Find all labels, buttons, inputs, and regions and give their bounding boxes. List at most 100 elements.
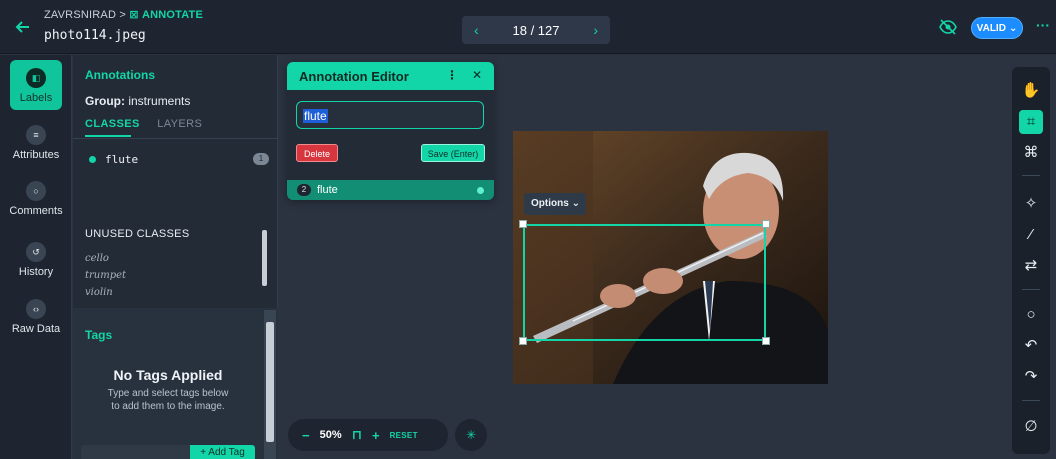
- panel-tabs: CLASSES LAYERS: [85, 118, 216, 130]
- save-button[interactable]: Save (Enter): [421, 144, 485, 162]
- more-options-icon[interactable]: ···: [1036, 17, 1050, 33]
- no-tags-heading: No Tags Applied: [113, 367, 223, 383]
- annotations-panel: Annotations Group: instruments CLASSES L…: [73, 55, 278, 459]
- hand-icon[interactable]: ✋: [1019, 79, 1043, 103]
- image-pager: ‹ 18 / 127 ›: [462, 16, 610, 44]
- unused-classes-list: cello trumpet violin: [85, 250, 126, 301]
- annotation-editor: Annotation Editor ⋮ ✕ flute Delete Save …: [287, 62, 494, 200]
- rail-item-labels[interactable]: ◧ Labels: [0, 60, 72, 110]
- editor-header: Annotation Editor ⋮ ✕: [287, 62, 494, 90]
- tags-scrollbar[interactable]: [264, 310, 276, 459]
- editor-class-row[interactable]: 2 flute: [287, 180, 494, 200]
- bbox-handle[interactable]: [762, 337, 770, 345]
- unused-classes-scrollbar[interactable]: [262, 230, 267, 286]
- group-label: Group: instruments: [85, 94, 190, 108]
- breadcrumb: ZAVRSNIRAD > ⊠ ANNOTATE: [44, 8, 203, 21]
- left-navigation-rail: ◧ Labels ≡ Attributes ○ Comments ↺ Histo…: [0, 55, 72, 459]
- class-item-flute[interactable]: flute 1: [89, 151, 269, 167]
- clear-icon[interactable]: ∅: [1019, 415, 1043, 439]
- editor-title: Annotation Editor: [299, 69, 409, 84]
- no-tags-hint: Type and select tags below to add them t…: [107, 388, 229, 412]
- tab-layers[interactable]: LAYERS: [157, 118, 202, 130]
- tab-classes[interactable]: CLASSES: [85, 118, 140, 130]
- unused-classes-title: UNUSED CLASSES: [85, 228, 190, 240]
- rail-item-raw-data[interactable]: ‹› Raw Data: [0, 299, 72, 335]
- scroll-thumb[interactable]: [266, 322, 274, 442]
- file-name: photo114.jpeg: [44, 28, 146, 43]
- back-arrow-icon[interactable]: [14, 18, 32, 36]
- class-color-dot: [89, 155, 96, 163]
- editor-class-label: flute: [317, 184, 338, 196]
- rail-item-history[interactable]: ↺ History: [0, 242, 72, 278]
- close-icon[interactable]: ✕: [472, 68, 482, 82]
- breadcrumb-current: ANNOTATE: [141, 9, 204, 21]
- tab-underline: [85, 135, 131, 137]
- add-tag-button[interactable]: + Add Tag: [190, 445, 255, 459]
- rail-label-raw-data: Raw Data: [11, 323, 61, 335]
- class-count-badge: 1: [253, 153, 269, 165]
- reset-zoom-button[interactable]: RESET: [390, 431, 418, 440]
- zoom-level: 50%: [319, 429, 342, 441]
- zoom-out-button[interactable]: −: [302, 428, 310, 443]
- next-image-button[interactable]: ›: [593, 22, 598, 38]
- divider: [73, 138, 278, 139]
- bbox-handle[interactable]: [762, 220, 770, 228]
- bounding-box[interactable]: [523, 224, 766, 341]
- class-name-input-value: flute: [303, 109, 328, 123]
- chevron-down-icon: ⌄: [1008, 22, 1018, 34]
- unused-class-item[interactable]: cello: [85, 250, 126, 267]
- group-label-key: Group:: [85, 94, 125, 108]
- breadcrumb-separator: >: [119, 9, 126, 21]
- class-name: flute: [105, 152, 139, 166]
- prev-image-button[interactable]: ‹: [474, 22, 479, 38]
- history-icon: ↺: [26, 242, 46, 262]
- class-color-dot: [477, 186, 484, 194]
- unused-class-item[interactable]: trumpet: [85, 267, 126, 284]
- options-dropdown[interactable]: Options ⌄: [524, 193, 586, 215]
- magic-icon[interactable]: ✧: [1019, 192, 1043, 216]
- tools-toolbar: ✋ ⌗ ⌘ ✧ ⁄ ⇄ ○ ↶ ↷ ∅: [1012, 67, 1050, 454]
- rail-item-attributes[interactable]: ≡ Attributes: [0, 125, 72, 161]
- options-label: Options: [531, 198, 569, 209]
- brightness-icon[interactable]: ✳: [455, 419, 487, 451]
- group-label-value: instruments: [128, 94, 191, 108]
- bbox-handle[interactable]: [519, 337, 527, 345]
- chevron-down-icon: ⌄: [571, 198, 580, 209]
- rail-label-comments: Comments: [9, 205, 63, 217]
- hide-annotations-icon[interactable]: [938, 18, 958, 36]
- redo-icon[interactable]: ↷: [1019, 365, 1043, 389]
- polygon-icon[interactable]: ⌘: [1019, 141, 1043, 165]
- undo-icon[interactable]: ↶: [1019, 334, 1043, 358]
- wand-icon[interactable]: ⁄: [1019, 223, 1043, 247]
- list-icon: ≡: [26, 125, 46, 145]
- zoom-in-button[interactable]: +: [372, 428, 380, 443]
- tag-input[interactable]: [81, 445, 191, 459]
- rail-label-attributes: Attributes: [12, 149, 60, 161]
- status-dropdown[interactable]: VALID ⌄: [971, 17, 1023, 39]
- comment-icon: ○: [26, 181, 46, 201]
- delete-button[interactable]: Delete: [296, 144, 338, 162]
- panel-title: Annotations: [85, 68, 155, 82]
- zoom-control: − 50% ⊓ + RESET: [288, 419, 448, 451]
- swap-icon[interactable]: ⇄: [1019, 254, 1043, 278]
- rail-item-comments[interactable]: ○ Comments: [0, 181, 72, 217]
- class-name-input[interactable]: flute: [296, 101, 484, 129]
- more-vertical-icon[interactable]: ⋮: [446, 68, 458, 82]
- breadcrumb-root[interactable]: ZAVRSNIRAD: [44, 9, 116, 21]
- tags-section: Tags No Tags Applied Type and select tag…: [73, 308, 278, 459]
- unused-class-item[interactable]: violin: [85, 284, 126, 301]
- shortcut-number: 2: [297, 184, 311, 196]
- tag-icon: ◧: [26, 68, 46, 88]
- image-counter: 18 / 127: [512, 22, 560, 38]
- rail-label-labels: Labels: [19, 92, 53, 104]
- status-label: VALID: [976, 22, 1006, 34]
- bbox-icon[interactable]: ⌗: [1019, 110, 1043, 134]
- rail-label-history: History: [18, 266, 54, 278]
- comment-icon[interactable]: ○: [1019, 303, 1043, 327]
- top-bar: ZAVRSNIRAD > ⊠ ANNOTATE photo114.jpeg ‹ …: [0, 0, 1056, 54]
- lock-icon[interactable]: ⊓: [352, 427, 362, 443]
- tags-title: Tags: [85, 328, 113, 342]
- bbox-handle[interactable]: [519, 220, 527, 228]
- annotate-icon: ⊠: [129, 9, 139, 21]
- code-icon: ‹›: [26, 299, 46, 319]
